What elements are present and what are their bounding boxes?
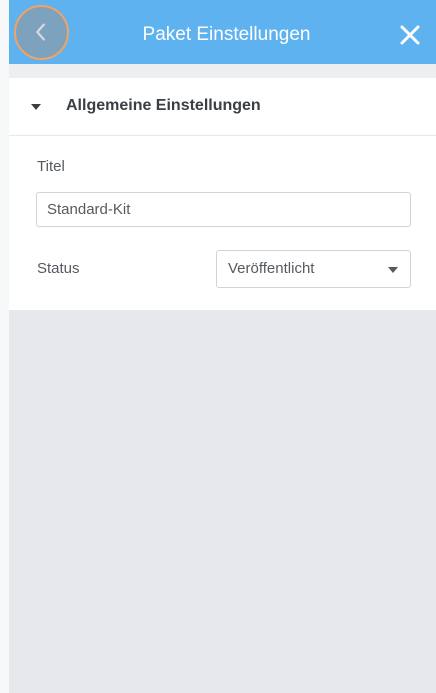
settings-panel: Allgemeine Einstellungen Titel Status Ve…	[9, 78, 436, 310]
page-title: Paket Einstellungen	[142, 24, 311, 45]
chevron-down-icon	[388, 267, 398, 273]
title-field-label: Titel	[37, 158, 65, 175]
status-field-label: Status	[37, 260, 80, 277]
header-divider	[9, 64, 436, 78]
panel-header: Paket Einstellungen	[9, 0, 436, 64]
section-toggle[interactable]: Allgemeine Einstellungen	[9, 78, 436, 136]
caret-down-icon	[31, 104, 41, 110]
left-edge-strip	[0, 0, 9, 693]
status-selected-value: Veröffentlicht	[228, 260, 315, 277]
close-icon[interactable]	[398, 23, 422, 47]
title-input[interactable]	[36, 192, 411, 227]
section-title: Allgemeine Einstellungen	[66, 97, 261, 114]
status-select[interactable]: Veröffentlicht	[216, 250, 411, 288]
